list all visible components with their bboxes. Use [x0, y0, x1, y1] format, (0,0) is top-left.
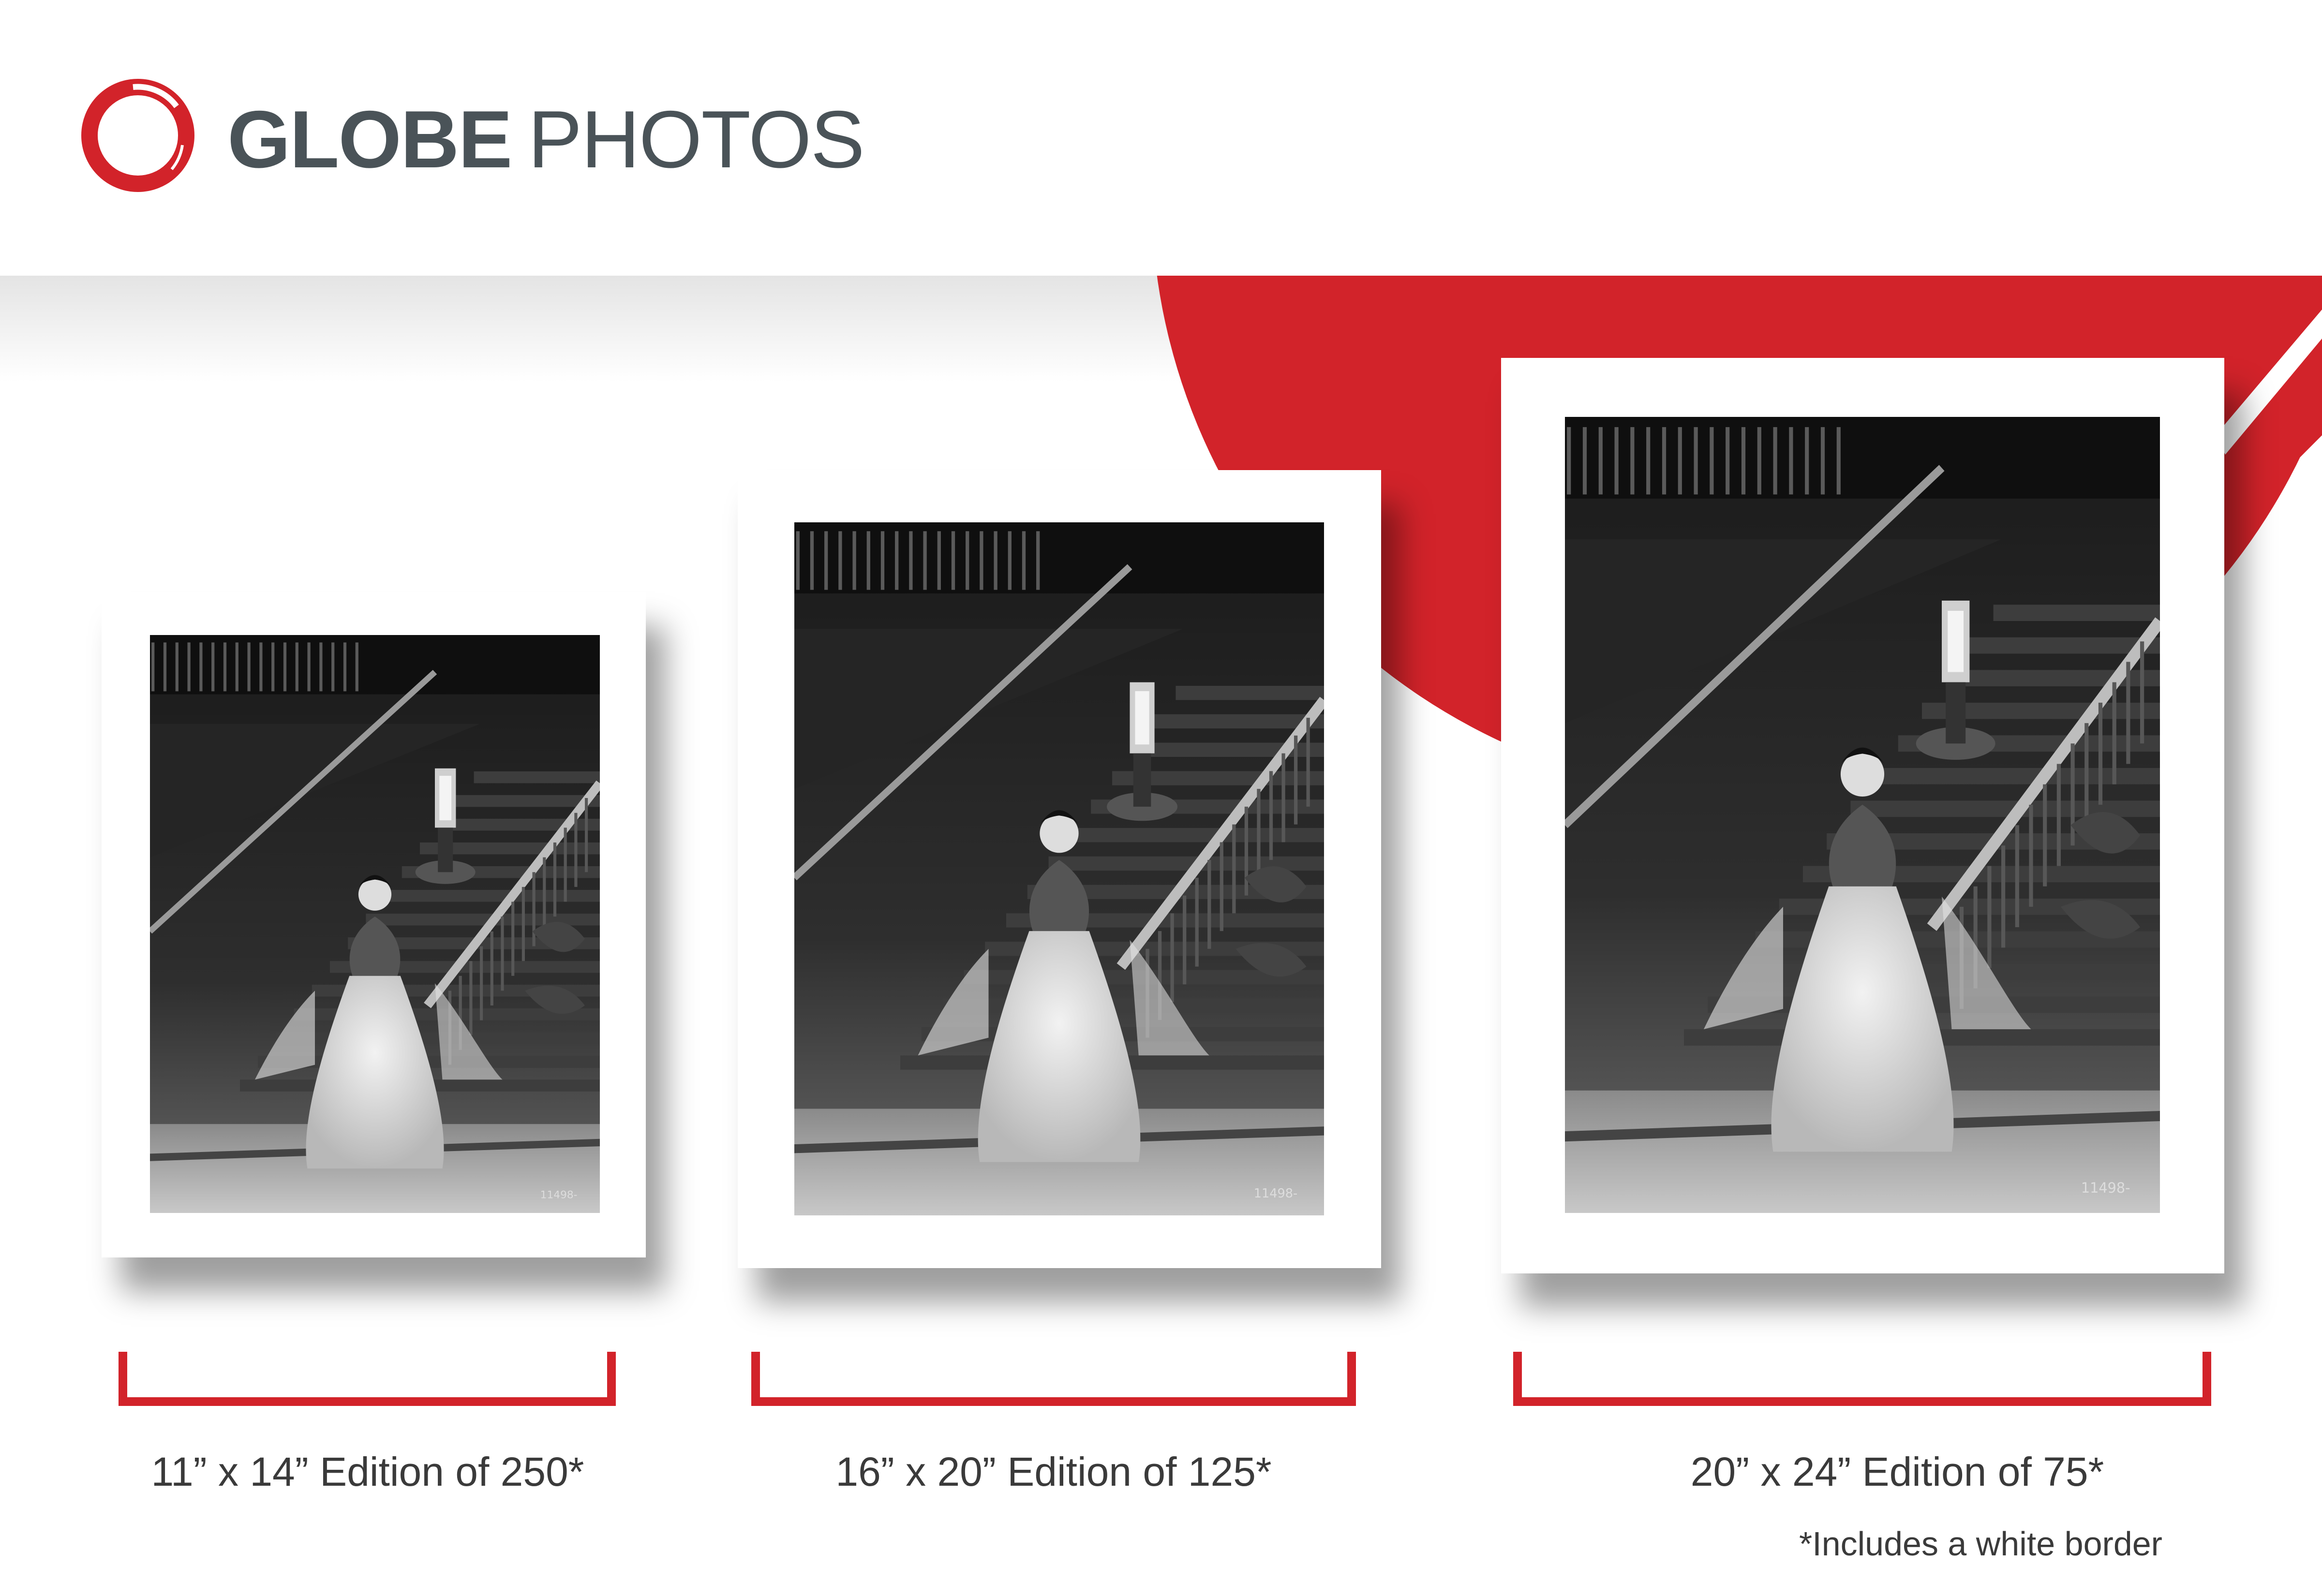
print-20x24: 11498- — [1501, 358, 2224, 1273]
size-bracket-11x14 — [119, 1352, 616, 1406]
photo-11x14: 11498- — [150, 635, 600, 1213]
footnote: *Includes a white border — [1799, 1525, 2162, 1563]
size-bracket-16x20 — [751, 1352, 1356, 1406]
brand-name-bold: GLOBE — [227, 94, 512, 185]
svg-text:11498-: 11498- — [2081, 1179, 2130, 1196]
brand-name: GLOBE PHOTOS — [227, 86, 865, 192]
svg-text:11498-: 11498- — [1254, 1186, 1297, 1201]
globe-logo-icon — [81, 79, 194, 192]
print-label-20x24: 20” x 24” Edition of 75* — [1690, 1449, 2104, 1494]
photo-20x24: 11498- — [1565, 417, 2160, 1213]
print-16x20: 11498- — [738, 470, 1381, 1268]
print-label-16x20: 16” x 20” Edition of 125* — [835, 1449, 1272, 1494]
photo-16x20: 11498- — [794, 522, 1324, 1215]
print-11x14: 11498- — [102, 592, 646, 1257]
print-label-11x14: 11” x 14” Edition of 250* — [151, 1449, 584, 1494]
svg-text:11498-: 11498- — [540, 1189, 578, 1201]
header: GLOBE PHOTOS — [0, 0, 2322, 276]
size-bracket-20x24 — [1513, 1352, 2211, 1406]
brand-name-light: PHOTOS — [528, 94, 864, 185]
